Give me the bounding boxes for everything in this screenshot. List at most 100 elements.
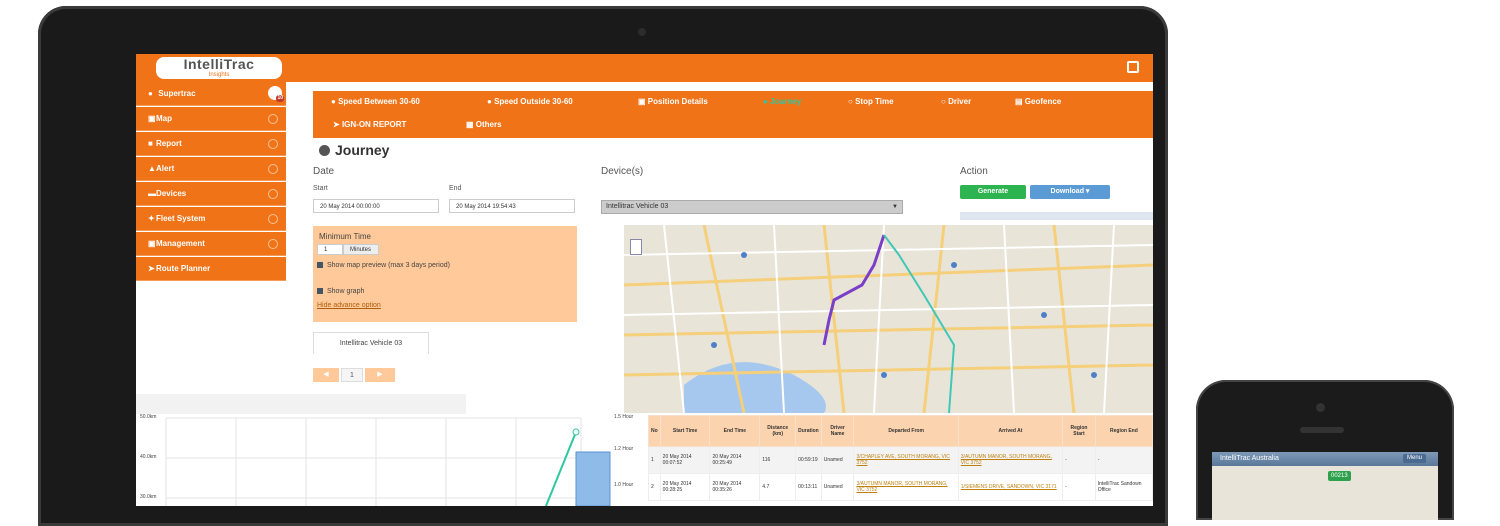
chevron-icon (268, 189, 278, 199)
devices-label: Device(s) (601, 166, 644, 177)
device-select[interactable]: Intellitrac Vehicle 03 ▼ (601, 200, 903, 214)
chevron-icon (268, 164, 278, 174)
col-departed: Departed From (853, 415, 959, 447)
col-region-start: Region Start (1062, 415, 1096, 447)
tab-speed-between[interactable]: ● Speed Between 30-60 (331, 97, 420, 106)
map-preview-checkbox[interactable]: Show map preview (max 3 days period) (317, 262, 450, 269)
sidebar-item-alert[interactable]: ▲Alert (136, 157, 286, 181)
tab-ign-on-report[interactable]: ➤ IGN-ON REPORT (333, 120, 406, 129)
alert-icon: ▲ (148, 164, 156, 173)
tab-speed-outside[interactable]: ● Speed Outside 30-60 (487, 97, 573, 106)
chevron-icon (268, 214, 278, 224)
chevron-icon (268, 139, 278, 149)
map-tiles (624, 225, 1153, 413)
action-label: Action (960, 166, 988, 177)
y-tick: 50.0km (140, 414, 157, 420)
sidebar-item-devices[interactable]: ▬Devices (136, 182, 286, 206)
checkbox-icon (317, 288, 323, 294)
chevron-down-icon: ▼ (892, 204, 898, 210)
generate-button[interactable]: Generate (960, 185, 1026, 199)
min-time-input[interactable]: 1 (317, 244, 343, 255)
laptop-screen: IntelliTrac Insights ● Supertrac 10 ▣Map… (136, 54, 1153, 506)
col-distance: Distance (km) (759, 415, 797, 447)
min-time-label: Minimum Time (319, 232, 372, 241)
sidebar-item-fleet-system[interactable]: ✦Fleet System (136, 207, 286, 231)
advanced-options-panel: Minimum Time 1 Minutes Show map preview … (313, 226, 577, 322)
arrived-link[interactable]: 3/AUTUMN MANOR, SOUTH MORANG, VIC 3752 (957, 446, 1064, 474)
hide-advance-link[interactable]: Hide advance option (317, 302, 381, 309)
date-label: Date (313, 166, 335, 177)
departed-link[interactable]: 3/CHAPLEY AVE, SOUTH MORANG, VIC 3752 (853, 446, 959, 474)
y-tick: 30.0km (140, 494, 157, 500)
sidebar-item-map[interactable]: ▣Map (136, 107, 286, 131)
col-arrived: Arrived At (957, 415, 1064, 447)
departed-link[interactable]: 3/AUTUMN MANOR, SOUTH MORANG, VIC 3752 (853, 473, 959, 501)
next-page-button[interactable]: ▶ (365, 368, 395, 382)
logout-icon[interactable] (1127, 61, 1139, 73)
checkbox-icon (317, 262, 323, 268)
end-label: End (449, 185, 462, 192)
bell-icon[interactable]: 10 (268, 86, 284, 102)
tab-driver[interactable]: ○ Driver (941, 97, 971, 106)
col-duration: Duration (795, 415, 822, 447)
arrived-link[interactable]: 1/SIEMENS DRIVE, SANDOWN, VIC 3171 (957, 473, 1064, 501)
phone-camera (1316, 403, 1325, 412)
user-icon: ● (148, 89, 153, 98)
journey-icon (319, 145, 330, 156)
sidebar-item-route-planner[interactable]: ➤Route Planner (136, 257, 286, 281)
sidebar-item-report[interactable]: ■ Report (136, 132, 286, 156)
map-icon: ▣ (148, 114, 156, 123)
tab-position-details[interactable]: ▣ Position Details (638, 97, 708, 106)
col-region-end: Region End (1094, 415, 1153, 447)
min-time-unit: Minutes (343, 244, 379, 255)
tab-journey[interactable]: ● Journey (763, 97, 801, 106)
tab-geofence[interactable]: ▤ Geofence (1015, 97, 1061, 106)
phone-title-bar: IntelliTrac Australia Menu (1212, 452, 1438, 466)
sidebar-item-management[interactable]: ▣Management (136, 232, 286, 256)
chevron-icon (268, 239, 278, 249)
logo[interactable]: IntelliTrac Insights (156, 57, 282, 79)
progress-bar (960, 212, 1153, 220)
table-row[interactable]: 2 20 May 2014 00:28:25 20 May 2014 00:35:2… (648, 473, 1153, 501)
col-start-time: Start Time (659, 415, 711, 447)
start-label: Start (313, 185, 328, 192)
start-date-field[interactable]: 20 May 2014 00:00:00 (313, 199, 439, 213)
route-icon: ➤ (148, 264, 155, 273)
prev-page-button[interactable]: ◀ (313, 368, 339, 382)
tab-others[interactable]: ▦ Others (466, 120, 502, 129)
sidebar-item-supertrac[interactable]: ● Supertrac 10 (136, 82, 286, 106)
download-button[interactable]: Download ▾ (1030, 185, 1110, 199)
chart-header (136, 394, 466, 414)
chevron-icon (268, 114, 278, 124)
phone-screen: IntelliTrac Australia Menu 00213 (1212, 452, 1438, 520)
journey-chart: 50.0km 40.0km 30.0km (136, 414, 616, 506)
tab-stop-time[interactable]: ○ Stop Time (848, 97, 894, 106)
show-graph-checkbox[interactable]: Show graph (317, 288, 364, 295)
wrench-icon: ✦ (148, 214, 155, 223)
journey-table: No Start Time End Time Distance (km) Dur… (648, 415, 1153, 506)
col-driver: Driver Name (820, 415, 855, 447)
briefcase-icon: ▣ (148, 239, 156, 248)
page-title: Journey (319, 142, 389, 158)
y2-tick: 1.5 Hour (614, 414, 634, 420)
phone-frame: IntelliTrac Australia Menu 00213 (1196, 380, 1454, 520)
page-number[interactable]: 1 (341, 368, 363, 382)
phone-menu-button[interactable]: Menu (1402, 454, 1426, 463)
end-date-field[interactable]: 20 May 2014 19:54:43 (449, 199, 575, 213)
report-tabs: ● Speed Between 30-60 ● Speed Outside 30… (313, 91, 1153, 138)
car-icon: ▬ (148, 189, 156, 198)
top-bar: IntelliTrac Insights (136, 54, 1153, 82)
map-zoom-control[interactable] (630, 239, 642, 255)
vehicle-tab[interactable]: Intellitrac Vehicle 03 (313, 332, 429, 354)
phone-speaker (1300, 427, 1344, 433)
y2-tick: 1.2 Hour (614, 446, 634, 452)
notification-badge: 10 (276, 95, 284, 102)
table-row[interactable]: 1 20 May 2014 00:07:52 20 May 2014 00:25:4… (648, 446, 1153, 474)
table-header-row: No Start Time End Time Distance (km) Dur… (648, 415, 1153, 447)
col-no: No (648, 415, 661, 447)
report-icon: ■ (148, 139, 153, 148)
journey-map[interactable] (624, 225, 1153, 413)
col-end-time: End Time (709, 415, 761, 447)
y-tick: 40.0km (140, 454, 157, 460)
webcam (638, 28, 646, 36)
